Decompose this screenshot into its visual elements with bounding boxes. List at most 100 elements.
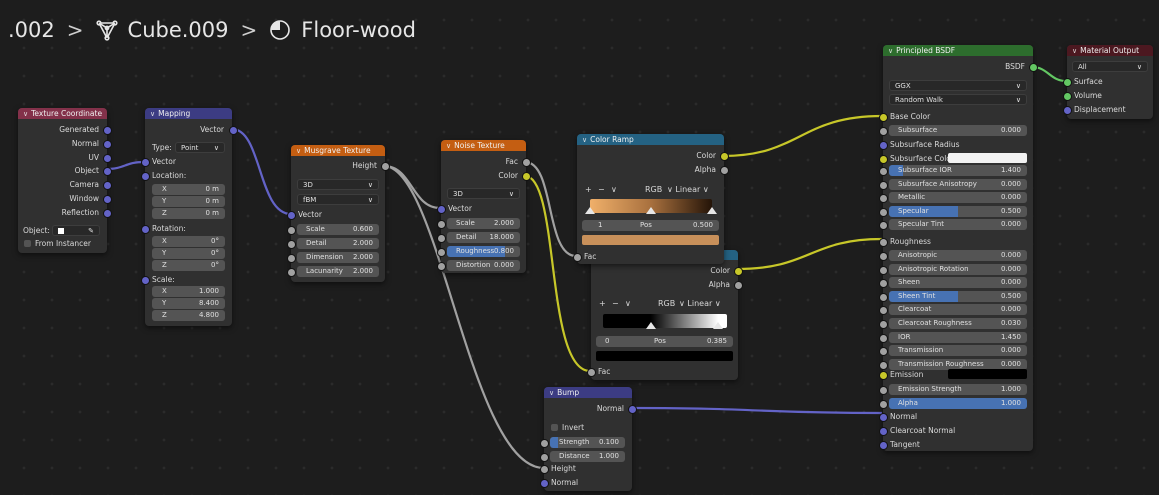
socket-fac-in[interactable] [573,253,582,262]
interpolation-dropdown[interactable]: ∨ Linear ∨ [679,299,721,308]
emission-strength-field[interactable]: Emission Strength 1.000 [889,384,1027,395]
ramp-stop[interactable] [646,207,656,214]
interpolation-dropdown[interactable]: ∨ Linear ∨ [667,185,709,194]
socket-subsurface[interactable] [879,127,888,136]
socket-generated[interactable] [103,126,112,135]
color-mode-dropdown[interactable]: RGB [645,185,662,194]
distance-field[interactable]: Distance 1.000 [550,451,625,462]
socket-location[interactable] [141,172,150,181]
ramp-stop[interactable] [707,207,717,214]
socket-normal-in[interactable] [540,479,549,488]
socket-sheen-tint[interactable] [879,292,888,302]
node-header[interactable]: ∨ Material Output [1067,45,1153,56]
ior-field[interactable]: IOR 1.450 [889,331,1027,343]
socket-scale[interactable] [437,220,446,229]
socket-metallic[interactable] [879,194,888,204]
sheen-tint-field[interactable]: Sheen Tint 0.500 [889,290,1027,302]
socket-fac-out[interactable] [522,158,531,167]
stop-color-swatch[interactable] [582,235,719,245]
socket-window[interactable] [103,195,112,204]
specular-tint-field[interactable]: Specular Tint 0.000 [889,219,1027,231]
add-stop-button[interactable]: + [585,185,592,194]
socket-roughness[interactable] [879,238,888,247]
location-x-field[interactable]: X0 m [152,184,225,195]
clearcoat-roughness-field[interactable]: Clearcoat Roughness 0.030 [889,318,1027,329]
socket-height-in[interactable] [540,465,549,474]
musgrave-texture-node[interactable]: ∨ Musgrave Texture Height 3D ∨ fBM ∨ Vector… [287,145,390,282]
socket-scale[interactable] [287,226,296,235]
node-header[interactable]: ∨ Principled BSDF [883,45,1033,56]
musgrave-type-dropdown[interactable]: fBM ∨ [297,194,379,205]
chevron-down-icon[interactable]: ∨ [888,47,893,55]
anisotropic-field[interactable]: Anisotropic 0.000 [889,250,1027,261]
socket-transmission-roughness[interactable] [879,360,888,370]
distribution-dropdown[interactable]: GGX ∨ [889,80,1027,91]
stop-color-swatch[interactable] [596,351,733,361]
bump-node[interactable]: ∨ Bump Normal Invert Strength 0.100 Distan… [540,387,637,491]
socket-alpha[interactable] [879,400,888,409]
socket-color-out[interactable] [734,267,743,276]
socket-clearcoat[interactable] [879,306,888,316]
scale-field[interactable]: Scale 2.000 [447,218,520,229]
socket-specular-tint[interactable] [879,221,888,231]
socket-volume[interactable] [1063,92,1072,101]
principled-bsdf-node[interactable]: ∨ Principled BSDF BSDF GGX ∨ Random Walk ∨ … [879,45,1038,451]
socket-displacement[interactable] [1063,106,1072,115]
socket-base-color[interactable] [879,113,888,122]
ramp-stop[interactable] [585,207,595,214]
chevron-down-icon[interactable]: ∨ [446,142,451,150]
socket-reflection[interactable] [103,209,112,218]
metallic-field[interactable]: Metallic 0.000 [889,192,1027,204]
socket-rotation[interactable] [141,225,150,234]
remove-stop-button[interactable]: − [598,185,605,194]
subsurface-method-dropdown[interactable]: Random Walk ∨ [889,94,1027,105]
scale-field[interactable]: Scale 0.600 [297,224,379,235]
breadcrumb-material[interactable]: Floor-wood [301,18,416,42]
socket-color-out[interactable] [720,152,729,161]
detail-field[interactable]: Detail 2.000 [297,238,379,249]
node-editor-canvas[interactable]: .002 > Cube.009 > Floor-wood ∨ Texture Co… [0,0,1159,495]
rotation-x-field[interactable]: X 0° [152,236,225,247]
socket-uv[interactable] [103,154,112,163]
invert-checkbox[interactable] [551,424,558,431]
node-header[interactable]: ∨ Color Ramp [577,134,724,145]
stop-position-row[interactable]: 0 Pos 0.385 [596,336,733,347]
scale-z-field[interactable]: Z 4.800 [152,310,225,321]
dimensions-dropdown[interactable]: 3D ∨ [447,188,520,199]
socket-subsurface-radius[interactable] [879,141,888,150]
transmission-field[interactable]: Transmission 0.000 [889,345,1027,357]
noise-texture-node[interactable]: ∨ Noise Texture Fac Color 3D ∨ Vector Scal… [437,140,531,273]
socket-detail[interactable] [437,234,446,243]
ramp-stop[interactable] [645,322,656,329]
alpha-field[interactable]: Alpha 1.000 [889,398,1027,409]
subsurface-anisotropy-field[interactable]: Subsurface Anisotropy 0.000 [889,178,1027,190]
node-header[interactable]: ∨ Texture Coordinate [18,108,107,119]
type-dropdown[interactable]: Point ∨ [175,142,225,153]
socket-lacunarity[interactable] [287,268,296,277]
specular-field[interactable]: Specular 0.500 [889,205,1027,217]
socket-subsurface-ior[interactable] [879,167,888,176]
material-output-node[interactable]: ∨ Material Output All ∨ Surface Volume Dis… [1063,45,1153,119]
socket-normal-out[interactable] [628,405,637,414]
breadcrumb-object[interactable]: .002 [8,18,55,42]
stop-position-row[interactable]: 1 Pos 0.500 [582,220,719,231]
socket-detail[interactable] [287,240,296,249]
node-header[interactable]: ∨ Noise Texture [441,140,526,151]
socket-ior[interactable] [879,333,888,343]
socket-vector-in[interactable] [287,211,296,220]
socket-normal[interactable] [103,140,112,149]
socket-color-out[interactable] [522,172,531,181]
socket-clearcoat-normal[interactable] [879,427,888,436]
scale-x-field[interactable]: X 1.000 [152,286,225,297]
socket-anisotropic[interactable] [879,252,888,261]
node-header[interactable]: ∨ Bump [544,387,632,398]
subsurface-color-swatch[interactable] [948,153,1027,163]
sheen-field[interactable]: Sheen 0.000 [889,277,1027,289]
socket-object[interactable] [103,167,112,176]
socket-sheen[interactable] [879,279,888,289]
color-ramp-gradient[interactable] [603,314,727,328]
dimension-field[interactable]: Dimension 2.000 [297,252,379,263]
node-header[interactable]: ∨ Musgrave Texture [291,145,385,156]
chevron-down-icon[interactable]: ∨ [23,110,28,118]
socket-normal[interactable] [879,413,888,422]
